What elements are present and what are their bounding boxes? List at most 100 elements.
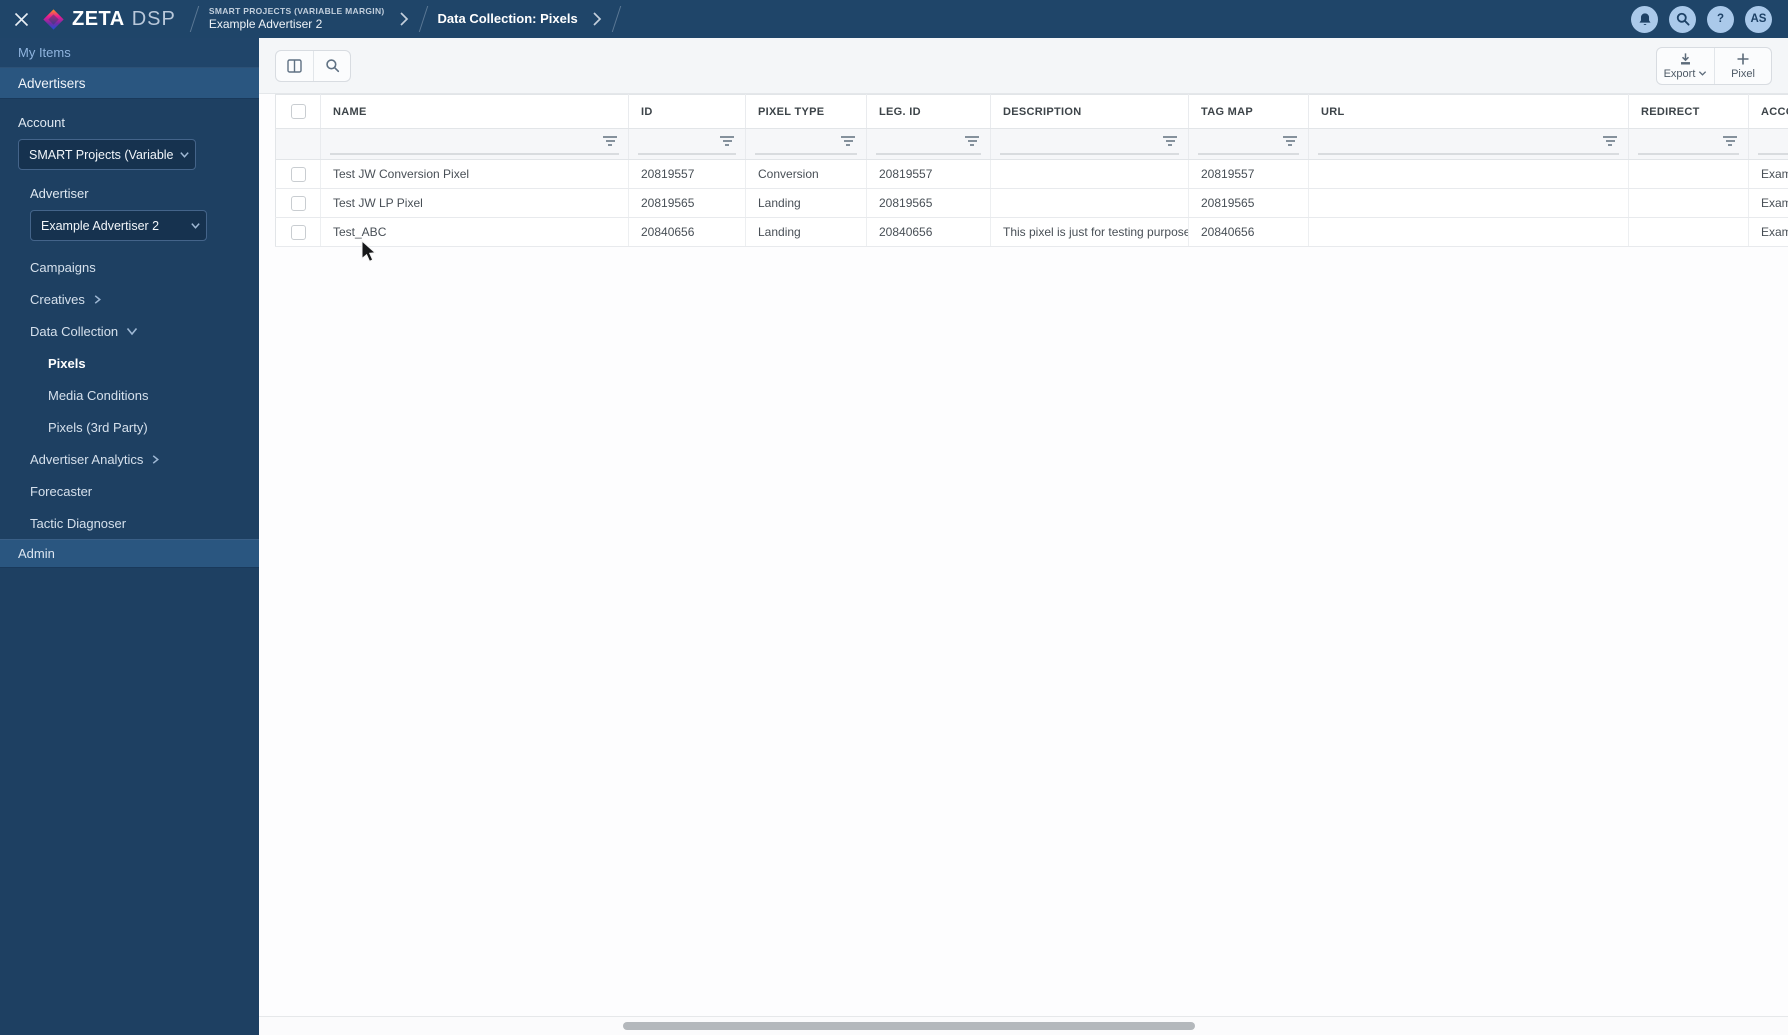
column-header-description[interactable]: DESCRIPTION <box>990 94 1189 129</box>
filter-icon[interactable] <box>964 136 980 148</box>
grid-search-button[interactable] <box>313 50 350 81</box>
account-label: Account <box>18 115 65 130</box>
cell-id: 20840656 <box>628 217 746 247</box>
sidebar-item-pixels[interactable]: Pixels <box>0 347 259 379</box>
sidebar-item-media-conditions[interactable]: Media Conditions <box>0 379 259 411</box>
sidebar-item-advertisers[interactable]: Advertisers <box>0 68 259 99</box>
cell-pixel-type: Landing <box>745 217 867 247</box>
search-icon <box>1676 12 1690 26</box>
sidebar-item-admin[interactable]: Admin <box>0 539 259 568</box>
global-search-button[interactable] <box>1669 5 1696 33</box>
column-header-pixel-type[interactable]: PIXEL TYPE <box>745 94 867 129</box>
pixels-table-wrap: NAME ID PIXEL TYPE LEG. ID DESCRIPTION T… <box>275 94 1788 247</box>
chevron-down-icon <box>177 149 190 160</box>
table-row[interactable]: Test JW Conversion Pixel 20819557 Conver… <box>275 159 1788 189</box>
sidebar-item-creatives[interactable]: Creatives <box>0 283 259 315</box>
row-checkbox[interactable] <box>290 224 306 240</box>
grid-tools-group <box>275 49 351 82</box>
name-filter-input[interactable] <box>330 139 619 155</box>
close-icon[interactable] <box>0 0 42 38</box>
nav-label: Data Collection <box>30 323 119 339</box>
filter-icon[interactable] <box>840 136 856 148</box>
cell-description <box>990 188 1189 218</box>
breadcrumb-account-name: SMART PROJECTS (VARIABLE MARGIN) <box>208 6 385 17</box>
zeta-diamond-icon <box>43 8 64 30</box>
filter-icon[interactable] <box>719 136 735 148</box>
sidebar-item-my-items[interactable]: My Items <box>0 38 259 68</box>
filter-cell-account <box>1748 128 1788 160</box>
chevron-down-icon <box>127 327 138 335</box>
grid-toolbar: Export Pixel <box>259 38 1788 94</box>
column-header-account[interactable]: ACCOUNT <box>1748 94 1788 129</box>
table-row[interactable]: Test_ABC 20840656 Landing 20840656 This … <box>275 217 1788 247</box>
column-header-id[interactable]: ID <box>628 94 746 129</box>
table-row[interactable]: Test JW LP Pixel 20819565 Landing 208195… <box>275 188 1788 218</box>
account-select[interactable]: SMART Projects (Variable M <box>18 139 196 170</box>
filter-icon[interactable] <box>1722 136 1738 148</box>
sidebar-item-campaigns[interactable]: Campaigns <box>0 251 259 283</box>
zeta-dsp-logo[interactable]: ZETA DSP <box>42 8 176 31</box>
scrollbar-thumb[interactable] <box>623 1022 1195 1030</box>
advertisers-label: Advertisers <box>18 75 86 91</box>
sidebar-item-advertiser-analytics[interactable]: Advertiser Analytics <box>0 443 259 475</box>
notifications-button[interactable] <box>1631 5 1658 33</box>
cell-description: This pixel is just for testing purpose <box>990 217 1189 247</box>
chevron-right-icon[interactable] <box>592 11 602 27</box>
filter-cell-checkbox <box>275 128 321 160</box>
cell-name: Test JW Conversion Pixel <box>320 159 629 189</box>
add-pixel-button[interactable]: Pixel <box>1714 47 1771 84</box>
export-button[interactable]: Export <box>1657 48 1714 84</box>
breadcrumb-advertiser-name: Example Advertiser 2 <box>208 16 323 31</box>
breadcrumb-advertiser[interactable]: SMART PROJECTS (VARIABLE MARGIN) Example… <box>209 6 385 32</box>
column-header-tag-map[interactable]: TAG MAP <box>1188 94 1309 129</box>
column-header-name[interactable]: NAME <box>320 94 629 129</box>
cell-id: 20819557 <box>628 159 746 189</box>
cell-url <box>1308 159 1629 189</box>
account-filter-input[interactable] <box>1758 139 1788 155</box>
breadcrumb-divider <box>418 6 428 32</box>
select-all-checkbox[interactable] <box>290 104 306 119</box>
column-header-url[interactable]: URL <box>1308 94 1629 129</box>
url-filter-input[interactable] <box>1318 139 1619 155</box>
breadcrumb-divider <box>189 6 200 32</box>
sidebar-item-data-collection[interactable]: Data Collection <box>0 315 259 347</box>
topbar-actions: ? AS <box>1631 5 1788 33</box>
download-icon <box>1681 52 1690 65</box>
sidebar-item-pixels-3rd-party[interactable]: Pixels (3rd Party) <box>0 411 259 443</box>
logo-text-zeta: ZETA <box>72 7 125 30</box>
filter-cell-name <box>320 128 629 160</box>
filter-icon[interactable] <box>1162 136 1178 148</box>
horizontal-scrollbar[interactable] <box>259 1016 1788 1035</box>
description-filter-input[interactable] <box>1000 139 1179 155</box>
cell-tag-map: 20819557 <box>1188 159 1309 189</box>
advertiser-select[interactable]: Example Advertiser 2 <box>30 210 207 241</box>
sidebar-item-tactic-diagnoser[interactable]: Tactic Diagnoser <box>0 507 259 539</box>
nav-label: Campaigns <box>30 259 96 275</box>
column-header-redirect[interactable]: REDIRECT <box>1628 94 1749 129</box>
logo-text-dsp: DSP <box>131 7 176 30</box>
column-settings-button[interactable] <box>276 51 313 81</box>
filter-icon[interactable] <box>602 136 618 148</box>
chevron-right-icon[interactable] <box>399 11 409 27</box>
help-button[interactable]: ? <box>1707 5 1734 33</box>
sidebar-nav: Campaigns Creatives Data Collection Pixe… <box>0 251 259 539</box>
cell-tag-map: 20840656 <box>1188 217 1309 247</box>
breadcrumb-current-page[interactable]: Data Collection: Pixels <box>438 11 578 27</box>
filter-row <box>275 128 1788 160</box>
nav-label: Creatives <box>30 291 85 307</box>
columns-icon <box>287 58 302 73</box>
nav-label: Advertiser Analytics <box>30 451 144 467</box>
user-avatar[interactable]: AS <box>1745 5 1772 33</box>
cell-name: Test_ABC <box>320 217 629 247</box>
filter-cell-description <box>990 128 1189 160</box>
filter-icon[interactable] <box>1282 136 1298 148</box>
row-checkbox[interactable] <box>290 166 306 182</box>
filter-icon[interactable] <box>1602 136 1618 148</box>
cell-leg-id: 20819565 <box>866 188 991 218</box>
column-header-leg-id[interactable]: LEG. ID <box>866 94 991 129</box>
breadcrumb-divider <box>611 6 621 32</box>
cell-pixel-type: Conversion <box>745 159 867 189</box>
cell-description <box>990 159 1189 189</box>
row-checkbox[interactable] <box>290 195 306 211</box>
sidebar-item-forecaster[interactable]: Forecaster <box>0 475 259 507</box>
